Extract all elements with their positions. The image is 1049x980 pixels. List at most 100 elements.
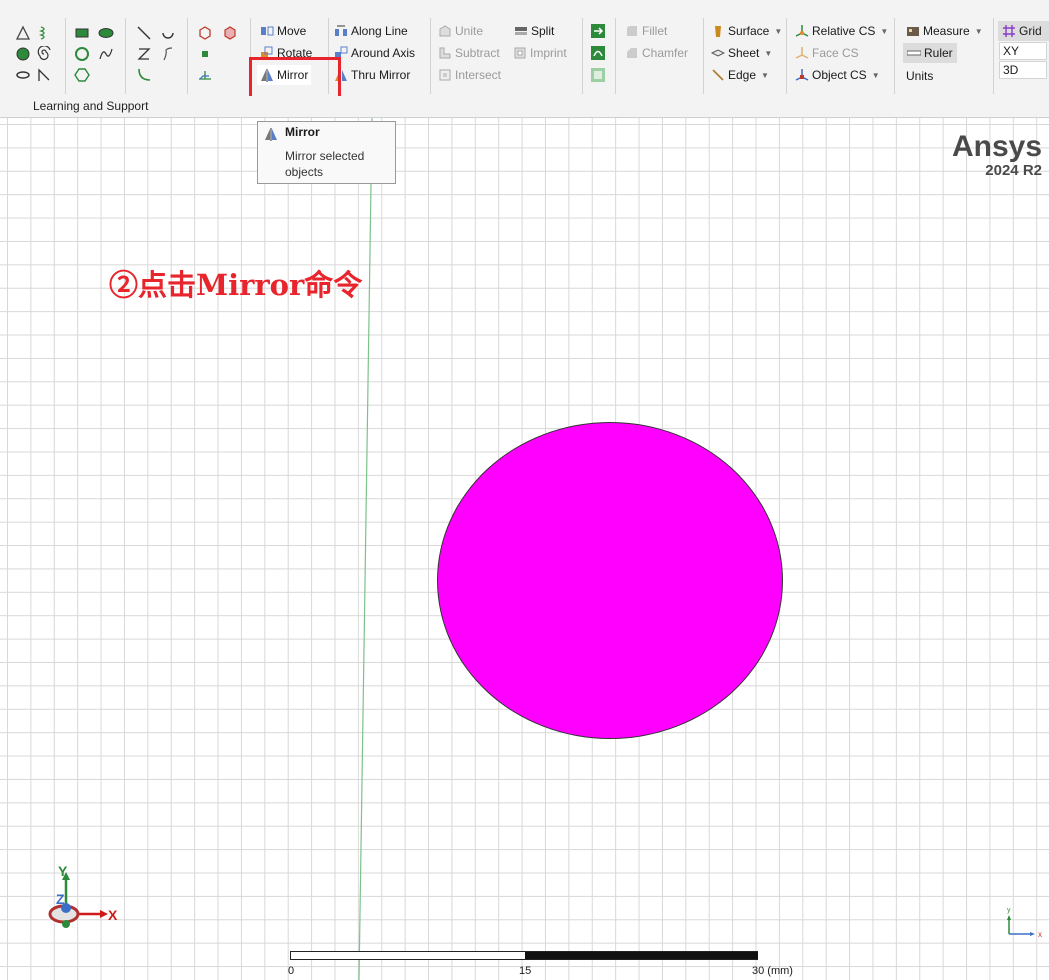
cover-icon[interactable] <box>590 67 606 83</box>
arc-icon[interactable] <box>160 25 176 41</box>
axis-x-label: X <box>108 907 118 923</box>
along-line-button[interactable]: Along Line <box>334 21 408 41</box>
relative-cs-icon <box>795 25 809 37</box>
scale-mid-label: 15 <box>519 965 532 977</box>
separator <box>582 18 583 94</box>
subtract-button[interactable]: Subtract <box>438 43 500 63</box>
tooltip-title: Mirror <box>285 125 320 139</box>
small-axis-triad: y x <box>1007 907 1042 939</box>
measure-label: Measure <box>923 24 970 38</box>
edge-label: Edge <box>728 68 757 82</box>
axis-y-label: Y <box>58 863 68 879</box>
helix-icon[interactable] <box>36 25 52 41</box>
center-arc-icon[interactable] <box>136 67 152 83</box>
thru-mirror-button[interactable]: Thru Mirror <box>334 65 410 85</box>
ellipse-icon[interactable] <box>98 25 114 41</box>
separator <box>125 18 126 94</box>
surface-icon <box>715 26 721 37</box>
axis-z-label: Z <box>56 891 65 907</box>
imprint-button[interactable]: Imprint <box>513 43 567 63</box>
fillet-icon <box>627 26 637 36</box>
ruler-label: Ruler <box>924 46 953 60</box>
intersect-button[interactable]: Intersect <box>438 65 501 85</box>
grid-plane-value: XY <box>1003 44 1020 58</box>
circle-object[interactable] <box>437 422 783 739</box>
ellipse-draw-icon[interactable] <box>15 67 31 83</box>
learning-support-bar: Learning and Support <box>0 96 1049 118</box>
axis-triad: Y Z X <box>48 863 118 928</box>
edge-icon <box>712 69 724 81</box>
units-button[interactable]: Units <box>906 66 933 86</box>
equation-icon[interactable] <box>160 46 176 62</box>
surface-button[interactable]: Surface ▼ <box>711 21 782 41</box>
unite-icon <box>439 25 451 37</box>
polygon-icon[interactable] <box>74 67 90 83</box>
separator <box>187 18 188 94</box>
imprint-label: Imprint <box>530 46 567 60</box>
unite-button[interactable]: Unite <box>438 21 483 41</box>
mirror-icon <box>265 128 277 141</box>
spline-icon[interactable] <box>136 46 152 62</box>
chevron-down-icon: ▼ <box>761 70 769 80</box>
connect-icon[interactable] <box>590 23 606 39</box>
equation-curve-icon[interactable] <box>98 46 114 62</box>
spiral-icon[interactable] <box>36 46 52 62</box>
scale-start-label: 0 <box>288 965 295 977</box>
move-icon <box>261 26 274 36</box>
grid-plane-field[interactable]: XY <box>999 42 1047 60</box>
fillet-button[interactable]: Fillet <box>625 21 667 41</box>
scale-bar <box>290 951 758 960</box>
line-icon[interactable] <box>136 25 152 41</box>
face-cs-button[interactable]: Face CS <box>795 43 859 63</box>
polyline-icon[interactable] <box>36 67 52 83</box>
y-axis-line <box>358 118 373 980</box>
split-button[interactable]: Split <box>514 21 554 41</box>
object-cs-button[interactable]: Object CS ▼ <box>795 65 880 85</box>
edge-button[interactable]: Edge ▼ <box>711 65 769 85</box>
split-icon <box>515 27 527 35</box>
ruler-icon <box>907 50 921 56</box>
annotation-step-text: ②点击Mirror命令 <box>109 268 363 302</box>
ruler-button[interactable]: Ruler <box>903 43 957 63</box>
sheet-button[interactable]: Sheet ▼ <box>711 43 772 63</box>
rectangle-icon[interactable] <box>74 25 90 41</box>
relative-cs-button[interactable]: Relative CS ▼ <box>795 21 888 41</box>
ribbon-toolbar: Move Rotate Mirror Along Line Around Axi… <box>0 0 1049 101</box>
intersect-icon <box>439 69 451 81</box>
chamfer-label: Chamfer <box>642 46 689 60</box>
mirror-highlight-box <box>249 57 341 101</box>
chevron-down-icon: ▼ <box>974 26 983 36</box>
grid-button[interactable]: Grid <box>998 21 1049 41</box>
grid-style-field[interactable]: 3D <box>999 61 1047 79</box>
chamfer-button[interactable]: Chamfer <box>625 43 688 63</box>
brand-name: Ansys <box>951 130 1042 163</box>
triangle-icon[interactable] <box>15 25 31 41</box>
plane-icon[interactable] <box>197 67 213 83</box>
separator <box>993 18 994 94</box>
scale-bar-fill <box>525 952 758 959</box>
measure-icon <box>907 27 919 36</box>
split-label: Split <box>531 24 555 38</box>
sweep-icon[interactable] <box>590 45 606 61</box>
along-line-label: Along Line <box>351 24 408 38</box>
chevron-down-icon: ▼ <box>774 26 783 36</box>
box-icon[interactable] <box>197 25 213 41</box>
around-axis-label: Around Axis <box>351 46 416 60</box>
circle-icon[interactable] <box>15 46 31 62</box>
solid-icon[interactable] <box>222 25 238 41</box>
separator <box>430 18 431 94</box>
grid-label: Grid <box>1019 24 1042 38</box>
sheet-icon <box>711 49 725 57</box>
units-label: Units <box>906 69 934 83</box>
mirror-tooltip: Mirror Mirror selected objects <box>257 121 396 184</box>
point-icon[interactable] <box>197 46 213 62</box>
subtract-icon <box>439 47 451 59</box>
around-axis-button[interactable]: Around Axis <box>334 43 415 63</box>
measure-button[interactable]: Measure ▼ <box>906 21 983 41</box>
move-button[interactable]: Move <box>260 21 306 41</box>
brand-version: 2024 R2 <box>985 162 1042 179</box>
regular-circle-icon[interactable] <box>74 46 90 62</box>
chevron-down-icon: ▼ <box>871 70 880 80</box>
separator <box>786 18 787 94</box>
learning-support-tab[interactable]: Learning and Support <box>33 99 148 113</box>
